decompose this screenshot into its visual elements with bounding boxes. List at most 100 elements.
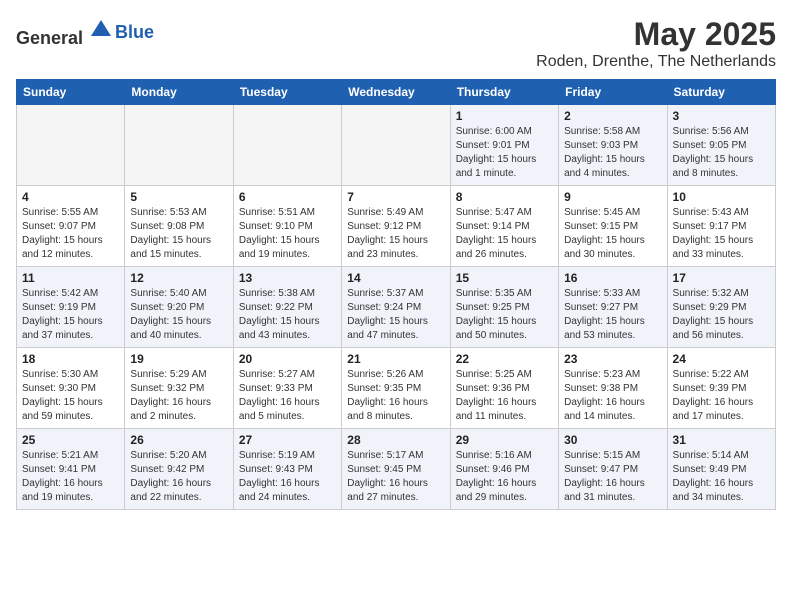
calendar-cell: 22 Sunrise: 5:25 AM Sunset: 9:36 PM Dayli… xyxy=(450,348,558,429)
day-number: 5 xyxy=(130,190,227,204)
weekday-header-row: SundayMondayTuesdayWednesdayThursdayFrid… xyxy=(17,80,776,105)
calendar-cell: 17 Sunrise: 5:32 AM Sunset: 9:29 PM Dayli… xyxy=(667,267,775,348)
logo: General Blue xyxy=(16,16,154,49)
calendar-cell: 29 Sunrise: 5:16 AM Sunset: 9:46 PM Dayli… xyxy=(450,429,558,510)
calendar-week-2: 4 Sunrise: 5:55 AM Sunset: 9:07 PM Daylig… xyxy=(17,186,776,267)
calendar-cell: 30 Sunrise: 5:15 AM Sunset: 9:47 PM Dayli… xyxy=(559,429,667,510)
calendar-cell: 25 Sunrise: 5:21 AM Sunset: 9:41 PM Dayli… xyxy=(17,429,125,510)
calendar-cell: 21Sunrise: 5:26 AM Sunset: 9:35 PM Dayli… xyxy=(342,348,450,429)
calendar-cell: 9Sunrise: 5:45 AM Sunset: 9:15 PM Daylig… xyxy=(559,186,667,267)
calendar-cell: 24Sunrise: 5:22 AM Sunset: 9:39 PM Dayli… xyxy=(667,348,775,429)
day-info: Sunrise: 5:32 AM Sunset: 9:29 PM Dayligh… xyxy=(673,287,770,343)
day-info: Sunrise: 6:00 AM Sunset: 9:01 PM Dayligh… xyxy=(456,125,553,181)
calendar-cell: 26 Sunrise: 5:20 AM Sunset: 9:42 PM Dayli… xyxy=(125,429,233,510)
page-header: General Blue May 2025 Roden, Drenthe, Th… xyxy=(16,16,776,71)
calendar-cell: 28Sunrise: 5:17 AM Sunset: 9:45 PM Dayli… xyxy=(342,429,450,510)
day-number: 25 xyxy=(22,433,119,447)
day-number: 13 xyxy=(239,271,336,285)
day-number: 29 xyxy=(456,433,553,447)
logo-general-text: General xyxy=(16,28,83,48)
weekday-header-wednesday: Wednesday xyxy=(342,80,450,105)
calendar-cell: 6 Sunrise: 5:51 AM Sunset: 9:10 PM Daylig… xyxy=(233,186,341,267)
day-info: Sunrise: 5:29 AM Sunset: 9:32 PM Dayligh… xyxy=(130,368,227,424)
calendar-week-3: 11Sunrise: 5:42 AM Sunset: 9:19 PM Dayli… xyxy=(17,267,776,348)
calendar-cell: 15 Sunrise: 5:35 AM Sunset: 9:25 PM Dayli… xyxy=(450,267,558,348)
day-info: Sunrise: 5:21 AM Sunset: 9:41 PM Dayligh… xyxy=(22,449,119,505)
day-number: 4 xyxy=(22,190,119,204)
day-info: Sunrise: 5:40 AM Sunset: 9:20 PM Dayligh… xyxy=(130,287,227,343)
day-info: Sunrise: 5:15 AM Sunset: 9:47 PM Dayligh… xyxy=(564,449,661,505)
weekday-header-thursday: Thursday xyxy=(450,80,558,105)
calendar-cell: 18Sunrise: 5:30 AM Sunset: 9:30 PM Dayli… xyxy=(17,348,125,429)
calendar-cell: 4 Sunrise: 5:55 AM Sunset: 9:07 PM Daylig… xyxy=(17,186,125,267)
calendar-cell: 7 Sunrise: 5:49 AM Sunset: 9:12 PM Daylig… xyxy=(342,186,450,267)
calendar-cell: 8 Sunrise: 5:47 AM Sunset: 9:14 PM Daylig… xyxy=(450,186,558,267)
calendar-cell xyxy=(17,105,125,186)
day-info: Sunrise: 5:38 AM Sunset: 9:22 PM Dayligh… xyxy=(239,287,336,343)
day-info: Sunrise: 5:25 AM Sunset: 9:36 PM Dayligh… xyxy=(456,368,553,424)
weekday-header-sunday: Sunday xyxy=(17,80,125,105)
day-number: 20 xyxy=(239,352,336,366)
calendar-body: 1 Sunrise: 6:00 AM Sunset: 9:01 PM Daylig… xyxy=(17,105,776,510)
day-info: Sunrise: 5:19 AM Sunset: 9:43 PM Dayligh… xyxy=(239,449,336,505)
calendar-week-5: 25 Sunrise: 5:21 AM Sunset: 9:41 PM Dayli… xyxy=(17,429,776,510)
day-number: 1 xyxy=(456,109,553,123)
calendar-week-4: 18Sunrise: 5:30 AM Sunset: 9:30 PM Dayli… xyxy=(17,348,776,429)
day-number: 3 xyxy=(673,109,770,123)
day-info: Sunrise: 5:27 AM Sunset: 9:33 PM Dayligh… xyxy=(239,368,336,424)
calendar-cell: 11Sunrise: 5:42 AM Sunset: 9:19 PM Dayli… xyxy=(17,267,125,348)
day-number: 28 xyxy=(347,433,444,447)
location-title: Roden, Drenthe, The Netherlands xyxy=(536,53,776,71)
calendar-cell: 27 Sunrise: 5:19 AM Sunset: 9:43 PM Dayli… xyxy=(233,429,341,510)
day-number: 22 xyxy=(456,352,553,366)
calendar-cell: 13 Sunrise: 5:38 AM Sunset: 9:22 PM Dayli… xyxy=(233,267,341,348)
calendar-cell: 31 Sunrise: 5:14 AM Sunset: 9:49 PM Dayli… xyxy=(667,429,775,510)
weekday-header-monday: Monday xyxy=(125,80,233,105)
month-title: May 2025 xyxy=(536,16,776,53)
day-info: Sunrise: 5:37 AM Sunset: 9:24 PM Dayligh… xyxy=(347,287,444,343)
calendar-table: SundayMondayTuesdayWednesdayThursdayFrid… xyxy=(16,79,776,510)
calendar-cell: 14 Sunrise: 5:37 AM Sunset: 9:24 PM Dayli… xyxy=(342,267,450,348)
calendar-cell xyxy=(125,105,233,186)
calendar-cell: 3 Sunrise: 5:56 AM Sunset: 9:05 PM Daylig… xyxy=(667,105,775,186)
calendar-cell: 16Sunrise: 5:33 AM Sunset: 9:27 PM Dayli… xyxy=(559,267,667,348)
day-number: 2 xyxy=(564,109,661,123)
calendar-cell: 2 Sunrise: 5:58 AM Sunset: 9:03 PM Daylig… xyxy=(559,105,667,186)
day-number: 23 xyxy=(564,352,661,366)
calendar-cell: 12 Sunrise: 5:40 AM Sunset: 9:20 PM Dayli… xyxy=(125,267,233,348)
day-info: Sunrise: 5:56 AM Sunset: 9:05 PM Dayligh… xyxy=(673,125,770,181)
day-info: Sunrise: 5:20 AM Sunset: 9:42 PM Dayligh… xyxy=(130,449,227,505)
day-number: 31 xyxy=(673,433,770,447)
day-number: 14 xyxy=(347,271,444,285)
calendar-cell: 20 Sunrise: 5:27 AM Sunset: 9:33 PM Dayli… xyxy=(233,348,341,429)
day-number: 26 xyxy=(130,433,227,447)
logo-icon xyxy=(87,16,115,44)
day-info: Sunrise: 5:55 AM Sunset: 9:07 PM Dayligh… xyxy=(22,206,119,262)
day-number: 18 xyxy=(22,352,119,366)
day-number: 10 xyxy=(673,190,770,204)
day-info: Sunrise: 5:16 AM Sunset: 9:46 PM Dayligh… xyxy=(456,449,553,505)
day-number: 30 xyxy=(564,433,661,447)
weekday-header-friday: Friday xyxy=(559,80,667,105)
day-info: Sunrise: 5:47 AM Sunset: 9:14 PM Dayligh… xyxy=(456,206,553,262)
day-info: Sunrise: 5:14 AM Sunset: 9:49 PM Dayligh… xyxy=(673,449,770,505)
day-number: 7 xyxy=(347,190,444,204)
day-number: 8 xyxy=(456,190,553,204)
day-info: Sunrise: 5:58 AM Sunset: 9:03 PM Dayligh… xyxy=(564,125,661,181)
day-number: 15 xyxy=(456,271,553,285)
day-number: 17 xyxy=(673,271,770,285)
day-info: Sunrise: 5:42 AM Sunset: 9:19 PM Dayligh… xyxy=(22,287,119,343)
calendar-cell: 5Sunrise: 5:53 AM Sunset: 9:08 PM Daylig… xyxy=(125,186,233,267)
day-info: Sunrise: 5:26 AM Sunset: 9:35 PM Dayligh… xyxy=(347,368,444,424)
day-info: Sunrise: 5:35 AM Sunset: 9:25 PM Dayligh… xyxy=(456,287,553,343)
day-number: 27 xyxy=(239,433,336,447)
day-info: Sunrise: 5:49 AM Sunset: 9:12 PM Dayligh… xyxy=(347,206,444,262)
weekday-header-tuesday: Tuesday xyxy=(233,80,341,105)
weekday-header-saturday: Saturday xyxy=(667,80,775,105)
day-number: 9 xyxy=(564,190,661,204)
day-info: Sunrise: 5:51 AM Sunset: 9:10 PM Dayligh… xyxy=(239,206,336,262)
title-block: May 2025 Roden, Drenthe, The Netherlands xyxy=(536,16,776,71)
calendar-header: SundayMondayTuesdayWednesdayThursdayFrid… xyxy=(17,80,776,105)
day-number: 12 xyxy=(130,271,227,285)
day-number: 6 xyxy=(239,190,336,204)
